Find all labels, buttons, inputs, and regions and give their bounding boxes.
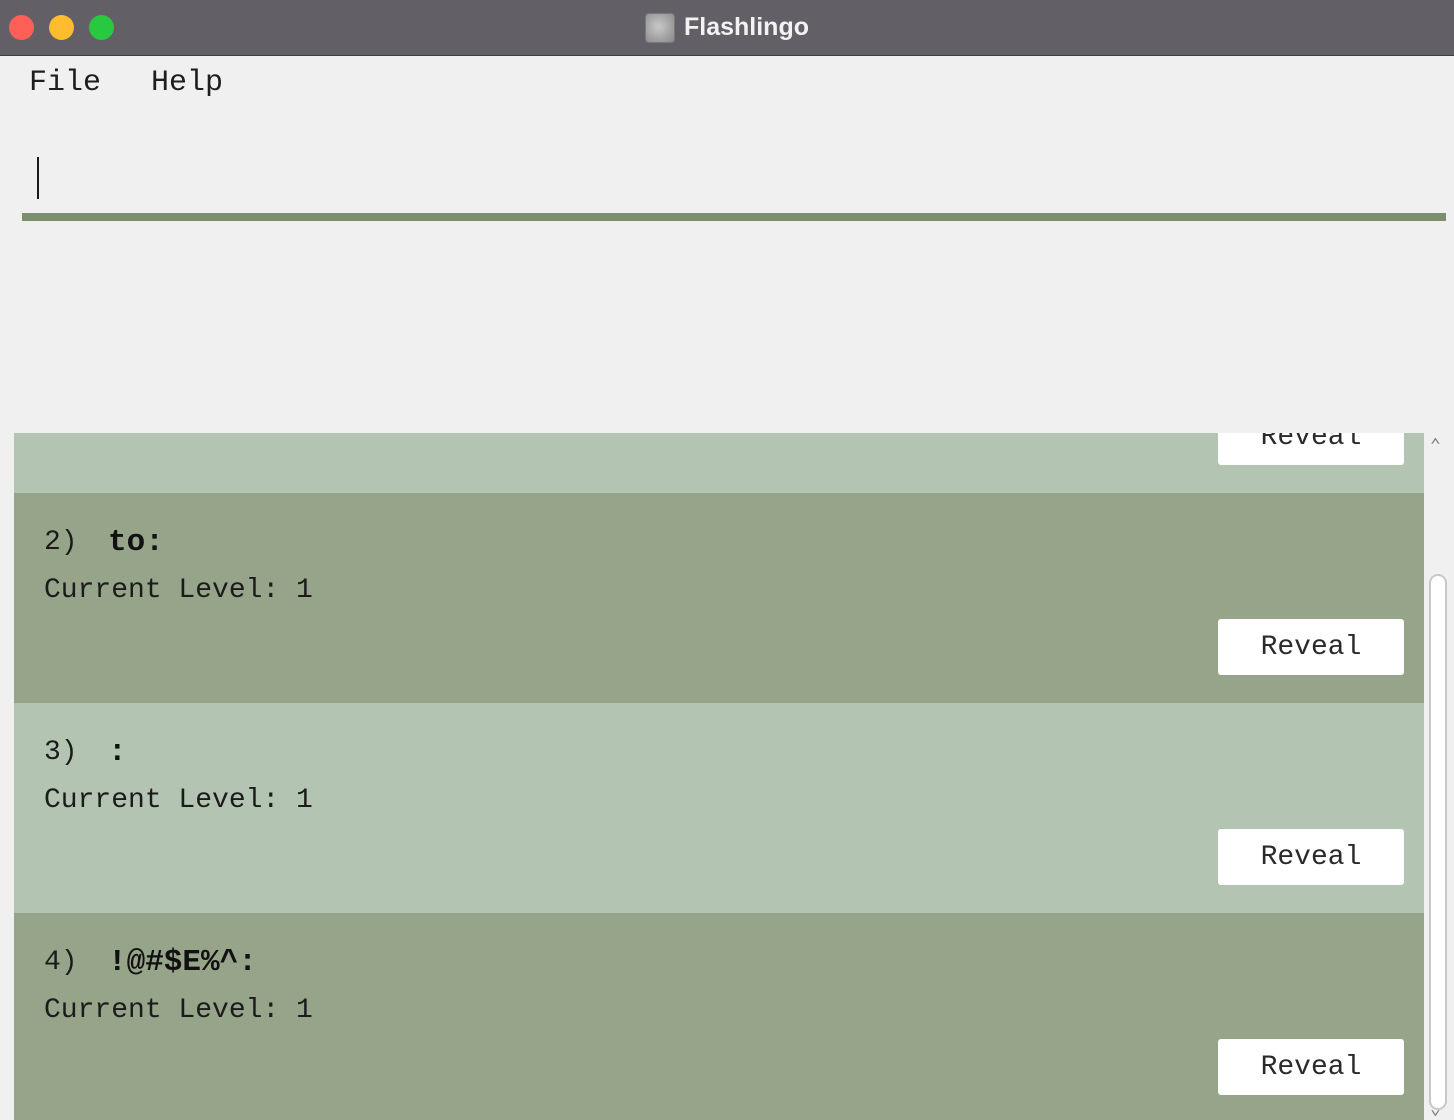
card-index: 3) <box>44 737 78 768</box>
chevron-down-icon[interactable]: ⌄ <box>1430 1098 1441 1120</box>
result-display <box>22 230 1446 420</box>
flashcard-list[interactable]: Reveal 2) to: Current Level: 1 Reveal 3)… <box>14 433 1424 1120</box>
card-level: Current Level: 1 <box>44 995 313 1026</box>
scrollbar-thumb[interactable] <box>1429 574 1447 1110</box>
window-titlebar: Flashlingo <box>0 0 1454 56</box>
command-box <box>22 140 1446 221</box>
chevron-up-icon[interactable]: ⌃ <box>1430 435 1441 457</box>
card-level: Current Level: 1 <box>44 785 313 816</box>
reveal-button[interactable]: Reveal <box>1218 829 1404 885</box>
card-level: Current Level: 1 <box>44 575 313 606</box>
vertical-scrollbar[interactable]: ⌃ ⌄ <box>1424 433 1454 1120</box>
card-index: 4) <box>44 947 78 978</box>
app-icon <box>645 12 675 43</box>
flashcard-item: Reveal <box>14 433 1424 493</box>
flashcard-item: 2) to: Current Level: 1 Reveal <box>14 493 1424 703</box>
reveal-button[interactable]: Reveal <box>1218 1039 1404 1095</box>
reveal-button[interactable]: Reveal <box>1218 619 1404 675</box>
window-title: Flashlingo <box>684 13 809 41</box>
menu-file[interactable]: File <box>29 66 101 100</box>
card-word: to: <box>108 525 164 560</box>
command-underline <box>22 213 1446 221</box>
menu-help[interactable]: Help <box>151 66 223 100</box>
flashcard-item: 3) : Current Level: 1 Reveal <box>14 703 1424 913</box>
flashcard-item: 4) !@#$E%^: Current Level: 1 Reveal <box>14 913 1424 1120</box>
card-word: : <box>108 735 127 770</box>
reveal-button[interactable]: Reveal <box>1218 433 1404 465</box>
card-index: 2) <box>44 527 78 558</box>
window-title-group: Flashlingo <box>0 0 1454 55</box>
command-input[interactable] <box>22 140 1446 213</box>
card-word: !@#$E%^: <box>108 945 257 980</box>
text-caret <box>37 157 39 199</box>
